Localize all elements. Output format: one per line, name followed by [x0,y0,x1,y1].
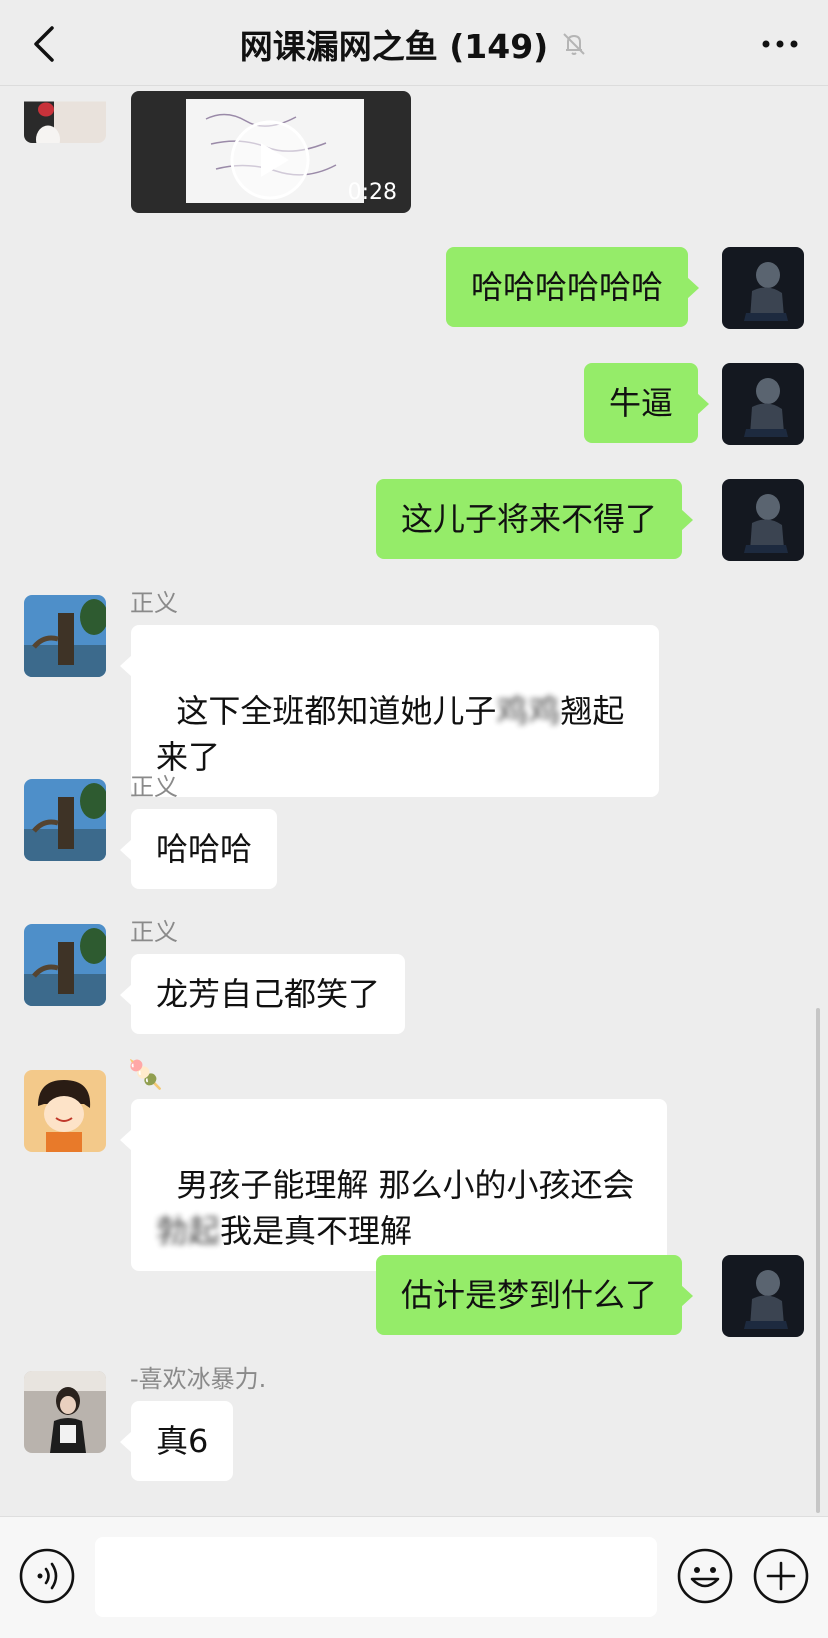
sender-name: 🍡 [128,1058,163,1091]
avatar[interactable] [24,1070,106,1152]
plus-icon[interactable] [752,1547,810,1605]
avatar-image [24,101,106,143]
bell-muted-icon [563,33,585,55]
message-bubble-other[interactable]: 真6 [119,1401,234,1481]
message-text: 男孩子能理解 那么小的小孩还会 [176,1166,635,1204]
message-bubble-other[interactable]: 龙芳自己都笑了 [119,954,406,1034]
blurred-text: 鸡鸡 [496,692,561,730]
message-bubble-self[interactable]: 估计是梦到什么了 [376,1255,694,1335]
message-text: 翘起 [560,692,625,730]
avatar[interactable] [24,595,106,677]
chat-title: 网课漏网之鱼 (149) [239,27,549,66]
message-text: 来了 [156,738,221,776]
message-text: 我是真不理解 [220,1212,413,1250]
blurred-text: 勃起 [156,1212,221,1250]
message-bubble-other[interactable]: 哈哈哈 [119,809,278,889]
message-text: 这下全班都知道她儿子 [176,692,497,730]
video-message[interactable]: 0:28 [131,91,411,213]
voice-icon[interactable] [18,1547,76,1605]
scrollbar[interactable] [816,1008,820,1513]
avatar-image [722,247,804,329]
avatar[interactable] [24,924,106,1006]
input-bar [0,1516,828,1638]
avatar-image [722,363,804,445]
message-bubble-self[interactable]: 这儿子将来不得了 [376,479,694,559]
sender-name: 正义 [130,918,178,946]
avatar-image [24,1070,106,1152]
avatar-image [722,479,804,561]
message-bubble-self[interactable]: 牛逼 [584,363,710,443]
title-area: 网课漏网之鱼 (149) [0,22,828,66]
avatar-image [24,779,106,861]
avatar[interactable] [24,88,106,143]
avatar[interactable] [24,1371,106,1453]
self-avatar[interactable] [722,479,804,561]
message-bubble-self[interactable]: 哈哈哈哈哈哈 [446,247,700,327]
self-avatar[interactable] [722,247,804,329]
sender-name: 正义 [130,773,178,801]
message-bubble-other[interactable]: 男孩子能理解 那么小的小孩还会勃起我是真不理解 [120,1099,667,1271]
avatar-image [722,1255,804,1337]
emoji-icon[interactable] [676,1547,734,1605]
chat-header: 网课漏网之鱼 (149) [0,0,828,86]
self-avatar[interactable] [722,1255,804,1337]
more-dots-icon[interactable] [754,22,806,66]
avatar[interactable] [24,779,106,861]
message-bubble-other[interactable]: 这下全班都知道她儿子鸡鸡翘起来了 [120,625,659,797]
sender-name: 正义 [130,589,178,617]
self-avatar[interactable] [722,363,804,445]
avatar-image [24,924,106,1006]
sender-name: -喜欢冰暴力. [130,1365,267,1393]
play-icon[interactable] [229,119,311,201]
avatar-image [24,1371,106,1453]
message-input[interactable] [95,1537,657,1617]
avatar-image [24,595,106,677]
video-duration: 0:28 [347,180,397,205]
